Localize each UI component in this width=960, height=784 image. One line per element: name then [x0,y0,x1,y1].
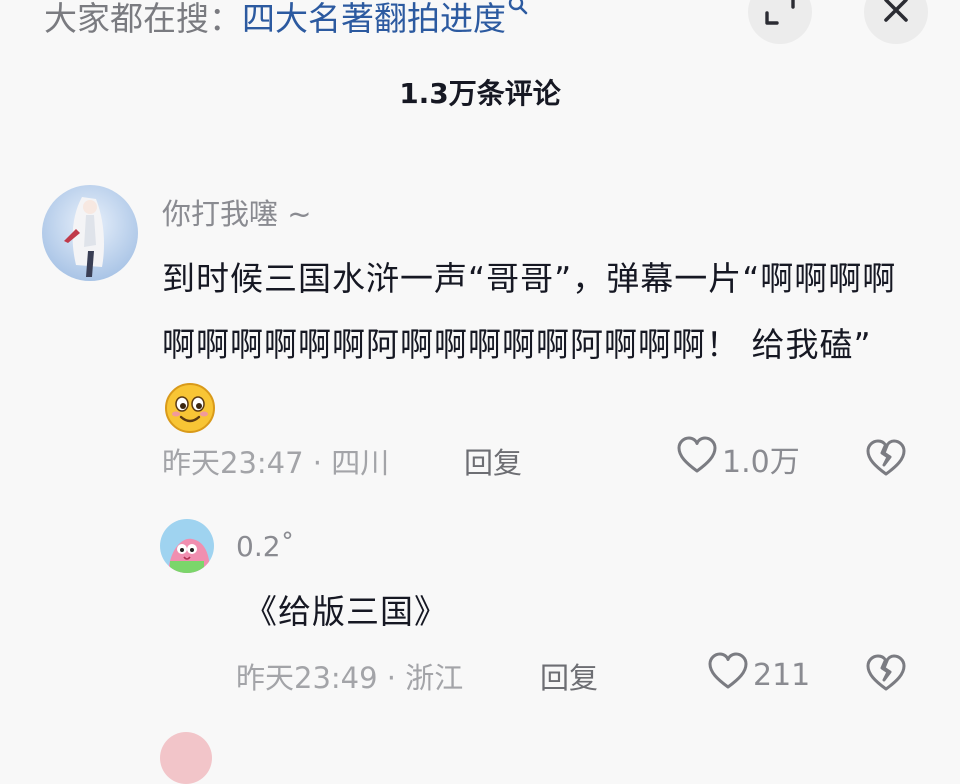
comment-body: 到时候三国水浒一声“哥哥”，弹幕一片“啊啊啊啊啊啊啊啊啊啊阿啊啊啊啊啊阿啊啊啊！… [162,259,897,364]
broken-heart-icon [864,654,908,697]
search-icon [508,0,528,21]
comment-meta: 昨天23:47 · 四川 [162,446,390,480]
reply-text: 《给版三国》 [244,592,448,631]
reply-reply-button[interactable]: 回复 [540,655,598,697]
reply-like-count: 211 [753,657,811,693]
dislike-button[interactable] [864,438,908,482]
close-icon [881,0,911,29]
expand-icon [763,0,797,31]
reply-username[interactable]: 0.2˚ [236,530,295,563]
expand-button[interactable] [748,0,812,44]
reply-avatar[interactable] [160,519,214,573]
reply-like-button[interactable]: 211 [707,652,810,698]
reply-button[interactable]: 回复 [464,440,522,482]
comment-count-title: 1.3万条评论 [399,77,561,110]
search-suggestion[interactable]: 大家都在搜： 四大名著翻拍进度 [44,0,528,40]
smiling-emoji-icon [164,382,216,434]
avatar[interactable] [42,185,138,281]
like-count: 1.0万 [722,445,800,480]
next-comment-avatar[interactable] [160,732,212,784]
search-suggestion-term[interactable]: 四大名著翻拍进度 [242,0,506,40]
reply-meta: 昨天23:49 · 浙江 [236,661,464,695]
search-suggestion-prefix: 大家都在搜： [44,0,242,38]
comment-username[interactable]: 你打我噻 ~ [162,191,312,233]
close-button[interactable] [864,0,928,44]
reply-dislike-button[interactable] [864,653,908,697]
comment-text: 到时候三国水浒一声“哥哥”，弹幕一片“啊啊啊啊啊啊啊啊啊啊阿啊啊啊啊啊阿啊啊啊！… [162,246,902,444]
heart-icon [676,436,722,482]
heart-icon [707,652,753,698]
broken-heart-icon [864,439,908,482]
like-button[interactable]: 1.0万 [676,436,800,482]
